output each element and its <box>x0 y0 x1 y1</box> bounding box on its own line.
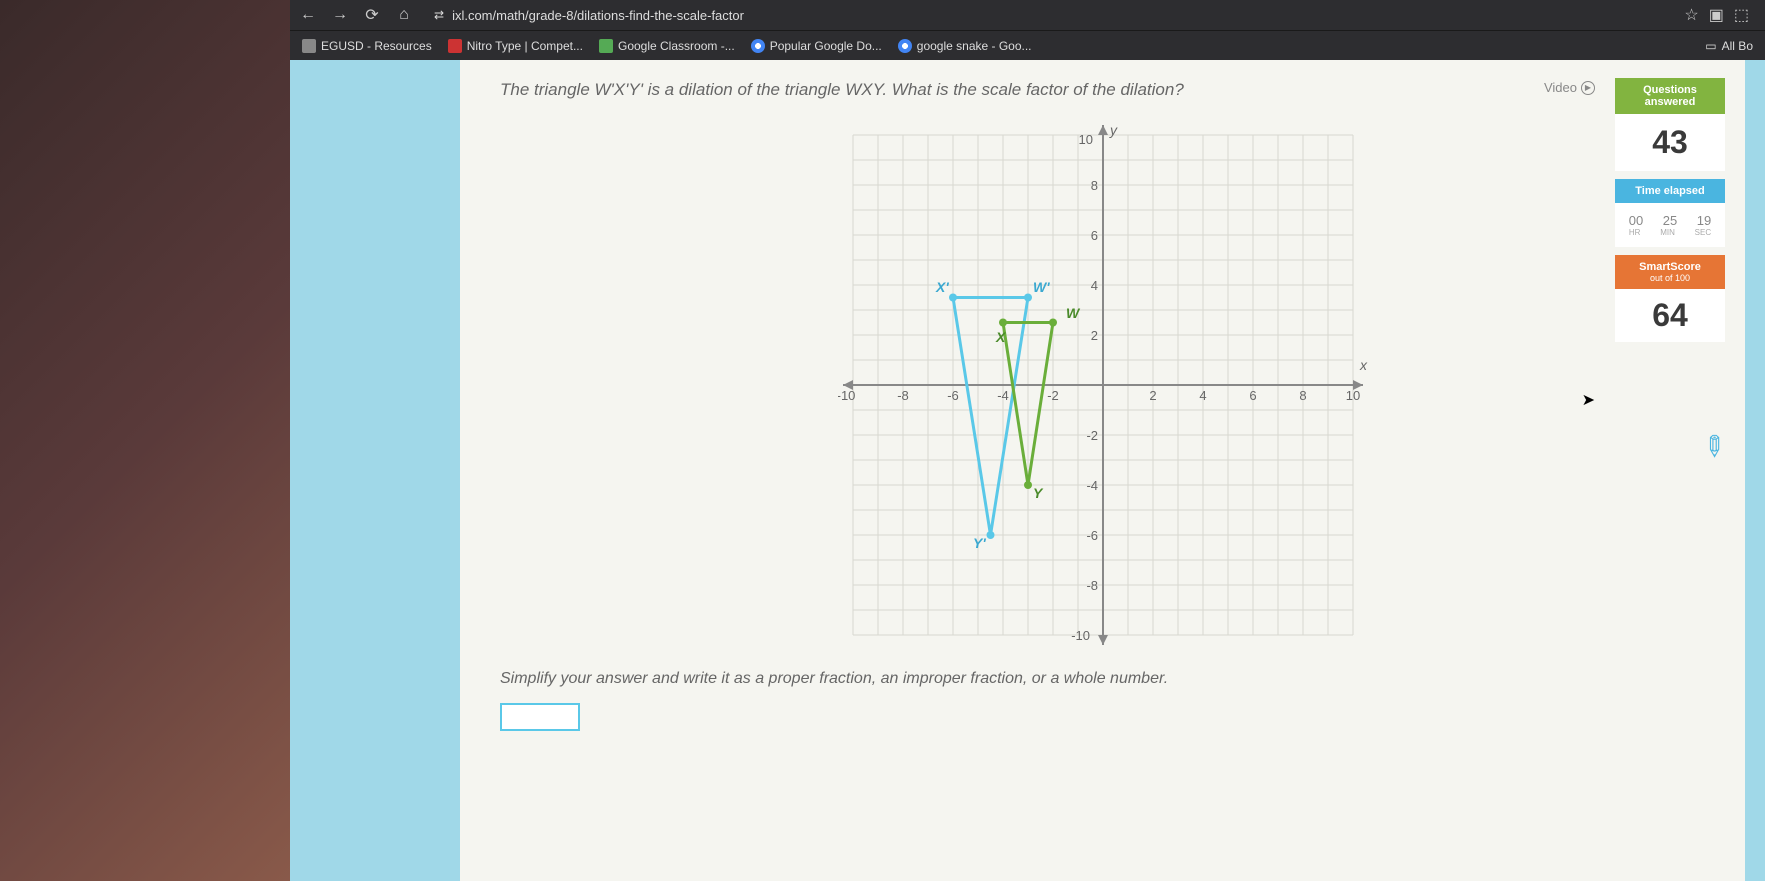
google-icon <box>751 39 765 53</box>
bookmark-popular-google[interactable]: Popular Google Do... <box>751 39 882 53</box>
svg-text:-2: -2 <box>1086 428 1098 443</box>
stats-panel: Questions answered 43 Time elapsed 00 25… <box>1615 78 1725 350</box>
label-w: W <box>1066 305 1081 321</box>
vertex-x-prime[interactable] <box>949 294 957 302</box>
svg-text:-6: -6 <box>1086 528 1098 543</box>
svg-text:4: 4 <box>1090 278 1097 293</box>
folder-icon <box>302 39 316 53</box>
browser-toolbar: ← → ⟳ ⌂ ⇄ ixl.com/math/grade-8/dilations… <box>290 0 1765 30</box>
smartscore-box: SmartScore out of 100 64 <box>1615 255 1725 342</box>
bookmark-nitro[interactable]: Nitro Type | Compet... <box>448 39 583 53</box>
hr-label: HR <box>1629 228 1641 237</box>
time-hr: 00 <box>1629 213 1643 228</box>
instruction-text: Simplify your answer and write it as a p… <box>500 670 1705 688</box>
sec-label: SEC <box>1695 228 1711 237</box>
svg-text:-2: -2 <box>1047 388 1059 403</box>
cursor-icon: ➤ <box>1582 390 1595 410</box>
svg-text:6: 6 <box>1249 388 1256 403</box>
star-icon[interactable]: ☆ <box>1684 5 1698 25</box>
label-x: X <box>995 329 1007 345</box>
min-label: MIN <box>1660 228 1675 237</box>
svg-text:8: 8 <box>1090 178 1097 193</box>
y-axis-label: y <box>1109 122 1118 138</box>
smartscore-header: SmartScore out of 100 <box>1615 255 1725 289</box>
svg-text:-8: -8 <box>897 388 909 403</box>
svg-text:6: 6 <box>1090 228 1097 243</box>
svg-text:-6: -6 <box>947 388 959 403</box>
site-settings-icon[interactable]: ⇄ <box>434 8 444 22</box>
svg-text:10: 10 <box>1078 132 1092 147</box>
svg-text:10: 10 <box>1345 388 1359 403</box>
play-icon: ▶ <box>1581 81 1595 95</box>
bookmark-snake[interactable]: google snake - Goo... <box>898 39 1032 53</box>
desk-background <box>0 0 300 881</box>
bookmark-google-classroom[interactable]: Google Classroom -... <box>599 39 735 53</box>
time-sec: 19 <box>1697 213 1711 228</box>
label-x-prime: X' <box>935 279 949 295</box>
svg-text:4: 4 <box>1199 388 1206 403</box>
vertex-w[interactable] <box>1049 319 1057 327</box>
label-w-prime: W' <box>1033 279 1050 295</box>
page-content: Video ▶ Questions answered 43 Time elaps… <box>290 60 1765 881</box>
bookmarks-bar: EGUSD - Resources Nitro Type | Compet...… <box>290 30 1765 60</box>
all-bookmarks-button[interactable]: ▭All Bo <box>1705 39 1753 53</box>
questions-header: Questions answered <box>1615 78 1725 114</box>
url-text: ixl.com/math/grade-8/dilations-find-the-… <box>452 8 744 23</box>
smartscore-value: 64 <box>1623 297 1717 334</box>
answer-input[interactable] <box>500 703 580 731</box>
pencil-tool-icon[interactable]: ✎ <box>1693 427 1733 467</box>
browser-actions: ☆ ▣ ⬚ <box>1684 5 1757 25</box>
coordinate-graph[interactable]: x y -10 -8 -6 -4 -2 2 4 6 8 10 -10 -8 <box>838 120 1368 650</box>
url-bar[interactable]: ⇄ ixl.com/math/grade-8/dilations-find-th… <box>426 8 1672 23</box>
extension-icon[interactable]: ▣ <box>1709 5 1724 25</box>
vertex-y-prime[interactable] <box>986 531 994 539</box>
ixl-question-page: Video ▶ Questions answered 43 Time elaps… <box>460 60 1745 881</box>
svg-text:2: 2 <box>1149 388 1156 403</box>
video-link[interactable]: Video ▶ <box>1544 80 1595 95</box>
x-axis-label: x <box>1359 357 1368 373</box>
time-min: 25 <box>1663 213 1677 228</box>
classroom-icon <box>599 39 613 53</box>
time-header: Time elapsed <box>1615 179 1725 203</box>
questions-value: 43 <box>1619 124 1721 161</box>
extension-icon-2[interactable]: ⬚ <box>1734 5 1749 25</box>
svg-text:8: 8 <box>1299 388 1306 403</box>
label-y-prime: Y' <box>973 535 986 551</box>
label-y: Y <box>1033 485 1044 501</box>
svg-text:-10: -10 <box>1071 628 1090 643</box>
vertex-w-prime[interactable] <box>1024 294 1032 302</box>
time-elapsed-box: Time elapsed 00 25 19 HR MIN SEC <box>1615 179 1725 247</box>
questions-answered-box: Questions answered 43 <box>1615 78 1725 171</box>
svg-text:-10: -10 <box>838 388 855 403</box>
question-text: The triangle W'X'Y' is a dilation of the… <box>500 80 1705 100</box>
vertex-y[interactable] <box>1024 481 1032 489</box>
folder-icon: ▭ <box>1705 39 1716 53</box>
svg-text:2: 2 <box>1090 328 1097 343</box>
forward-button[interactable]: → <box>330 6 350 24</box>
back-button[interactable]: ← <box>298 6 318 24</box>
home-button[interactable]: ⌂ <box>394 6 414 24</box>
nitro-icon <box>448 39 462 53</box>
reload-button[interactable]: ⟳ <box>362 5 382 25</box>
bookmark-egusd[interactable]: EGUSD - Resources <box>302 39 432 53</box>
svg-text:-8: -8 <box>1086 578 1098 593</box>
graph-svg: x y -10 -8 -6 -4 -2 2 4 6 8 10 -10 -8 <box>838 120 1368 650</box>
svg-text:-4: -4 <box>997 388 1009 403</box>
svg-text:-4: -4 <box>1086 478 1098 493</box>
browser-window: ← → ⟳ ⌂ ⇄ ixl.com/math/grade-8/dilations… <box>290 0 1765 881</box>
vertex-x[interactable] <box>999 319 1007 327</box>
google-icon <box>898 39 912 53</box>
